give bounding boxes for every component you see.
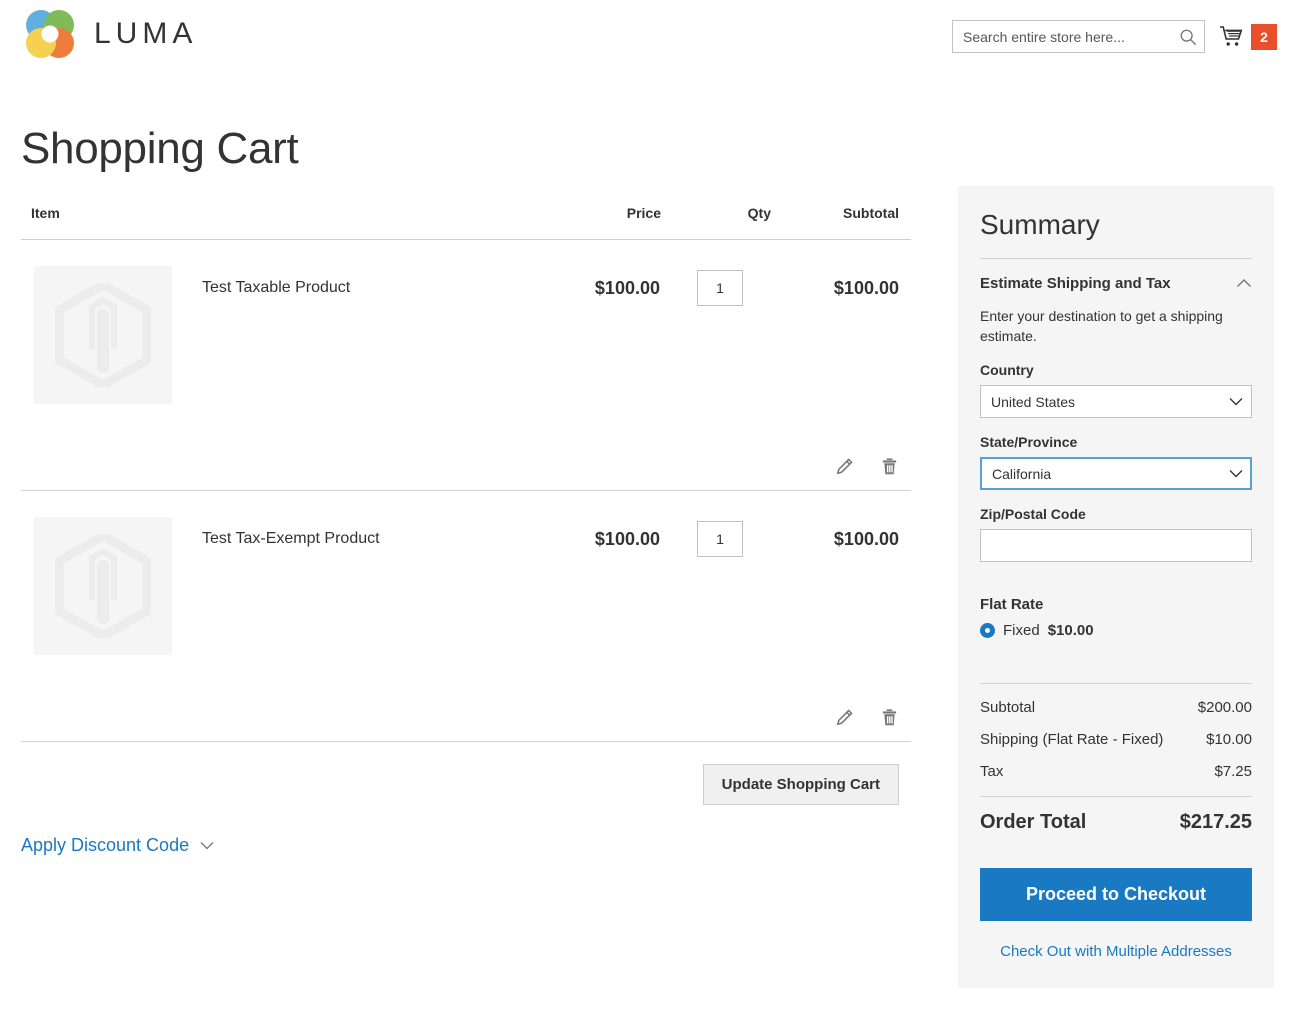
cart-footer-actions: Update Shopping Cart [21,742,911,805]
table-row: Test Taxable Product $100.00 $100.00 [21,240,911,406]
totals-label: Subtotal [980,699,1036,717]
page-title: Shopping Cart [21,124,299,174]
item-actions-cell [21,405,911,491]
trash-icon[interactable] [880,708,899,727]
zip-label: Zip/Postal Code [980,506,1086,523]
magento-placeholder-icon [55,283,151,387]
chevron-down-icon [200,842,214,850]
cart-table-head: Item Price Qty Subtotal [21,205,911,240]
radio-selected-icon[interactable] [980,623,995,639]
shipping-method-option[interactable]: Fixed $10.00 [980,622,1252,639]
totals-row-tax: Tax $7.25 [980,748,1252,780]
column-header-subtotal: Subtotal [771,205,911,240]
totals-row-shipping: Shipping (Flat Rate - Fixed) $10.00 [980,716,1252,748]
minicart[interactable]: 2 [1219,23,1277,50]
header-utilities: 2 [952,20,1277,53]
cart-table-header-row: Item Price Qty Subtotal [21,205,911,240]
site-header: LUMA 2 [0,0,1295,72]
search-box[interactable] [952,20,1205,53]
shopping-cart-icon[interactable] [1219,25,1245,49]
estimate-shipping-description: Enter your destination to get a shipping… [980,307,1223,344]
table-row: Test Tax-Exempt Product $100.00 $100.00 [21,491,911,657]
product-subtotal: $100.00 [833,529,899,549]
magento-placeholder-icon [55,534,151,638]
search-icon[interactable] [1179,28,1197,46]
pencil-icon[interactable] [835,708,854,727]
item-actions-row [21,656,911,742]
order-total-value: $217.25 [1179,811,1252,834]
trash-icon[interactable] [880,457,899,476]
cart-count-badge: 2 [1251,23,1277,50]
product-price: $100.00 [594,278,660,298]
state-label: State/Province [980,434,1078,451]
estimate-shipping-toggle[interactable]: Estimate Shipping and Tax [980,259,1252,292]
state-select-wrap: California [980,457,1252,491]
totals-value: $7.25 [1214,763,1252,781]
quantity-input[interactable] [697,521,743,557]
product-thumbnail[interactable] [34,266,172,404]
pencil-icon[interactable] [835,457,854,476]
totals-row-order-total: Order Total $217.25 [980,797,1252,834]
item-actions-cell [21,656,911,742]
product-name[interactable]: Test Tax-Exempt Product [202,517,380,655]
order-total-label: Order Total [980,811,1087,834]
country-select-wrap: United States [980,385,1252,419]
column-header-qty: Qty [661,205,771,240]
totals-label: Tax [980,763,1004,781]
totals-value: $200.00 [1197,699,1252,717]
chevron-up-icon[interactable] [1236,278,1252,288]
update-shopping-cart-button[interactable]: Update Shopping Cart [702,764,899,805]
product-thumbnail[interactable] [34,517,172,655]
qty-cell [661,240,771,406]
country-label: Country [980,362,1034,379]
estimate-shipping-title: Estimate Shipping and Tax [980,274,1171,292]
shipping-carrier-title: Flat Rate [980,596,1044,614]
quantity-input[interactable] [697,270,743,306]
summary-heading: Summary [980,209,1100,240]
cart-table-body: Test Taxable Product $100.00 $100.00 [21,240,911,742]
country-select[interactable]: United States [980,385,1252,419]
column-header-item: Item [21,205,521,240]
shipping-method-name: Fixed [1003,622,1040,640]
product-name[interactable]: Test Taxable Product [202,266,350,404]
totals-row-subtotal: Subtotal $200.00 [980,684,1252,716]
cart-item-cell: Test Taxable Product [21,240,521,406]
cart-items-section: Item Price Qty Subtotal Test Taxable Pro… [21,205,911,856]
qty-cell [661,491,771,657]
column-header-price: Price [521,205,661,240]
state-select[interactable]: California [980,457,1252,491]
shipping-method-price: $10.00 [1047,622,1094,640]
totals-value: $10.00 [1206,731,1252,749]
product-price: $100.00 [594,529,660,549]
site-logo[interactable]: LUMA [22,8,197,60]
item-actions-row [21,405,911,491]
cart-table: Item Price Qty Subtotal Test Taxable Pro… [21,205,911,742]
order-summary-panel: Summary Estimate Shipping and Tax Enter … [958,186,1274,989]
cart-item-cell: Test Tax-Exempt Product [21,491,521,657]
product-subtotal: $100.00 [833,278,899,298]
luma-flower-logo-icon [26,10,74,58]
multiple-addresses-link[interactable]: Check Out with Multiple Addresses [980,943,1252,960]
totals-label: Shipping (Flat Rate - Fixed) [980,731,1164,749]
brand-name: LUMA [94,17,198,50]
proceed-to-checkout-button[interactable]: Proceed to Checkout [980,868,1252,922]
search-input[interactable] [953,21,1204,52]
apply-discount-code-toggle[interactable]: Apply Discount Code [21,835,911,856]
apply-discount-code-label: Apply Discount Code [21,835,190,855]
zip-input[interactable] [980,529,1252,563]
shopping-cart-page: LUMA 2 [0,0,1295,1026]
